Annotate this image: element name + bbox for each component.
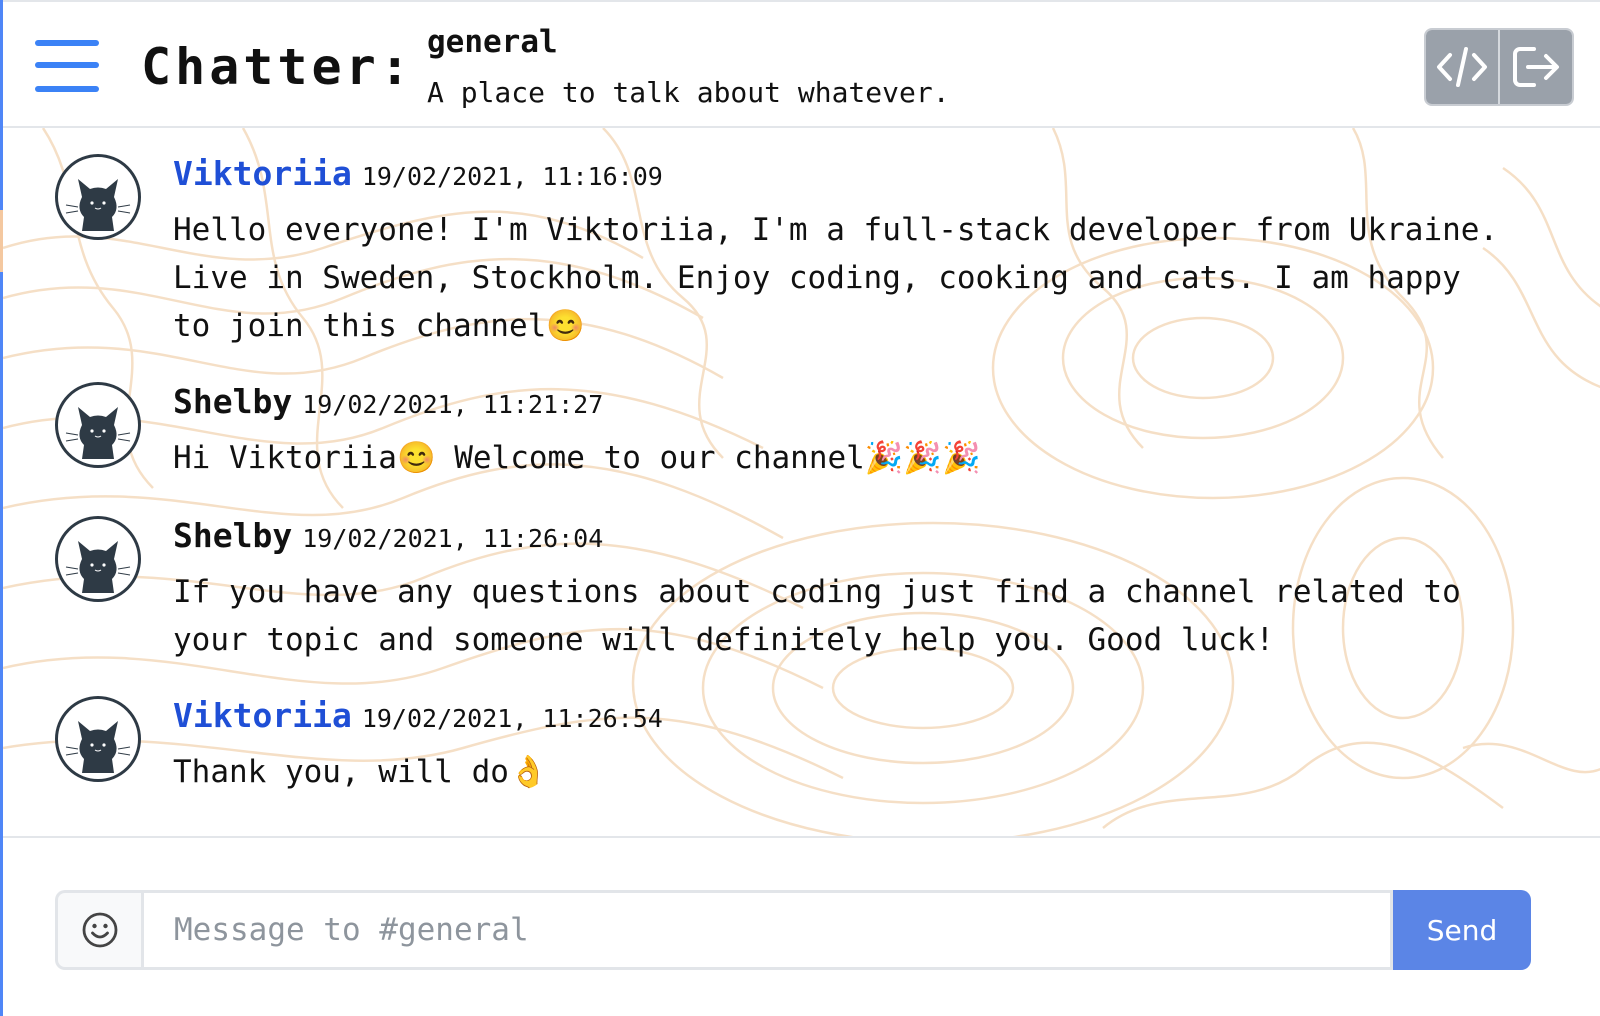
message-header: Viktoriia 19/02/2021, 11:26:54 (173, 696, 663, 735)
channel-name: general (427, 24, 558, 60)
message-author[interactable]: Viktoriia (173, 154, 352, 193)
message-author[interactable]: Shelby (173, 382, 292, 421)
message-text: Thank you, will do👌 (173, 754, 548, 790)
channel-description: A place to talk about whatever. (427, 76, 950, 109)
emoji-button[interactable] (55, 890, 141, 970)
message-author[interactable]: Shelby (173, 516, 292, 555)
avatar[interactable] (55, 696, 141, 782)
send-button[interactable]: Send (1393, 890, 1531, 970)
message-composer: Send (55, 890, 1531, 970)
logout-button[interactable] (1498, 30, 1572, 104)
cat-avatar-icon (65, 721, 131, 773)
app-title: Chatter: (141, 38, 414, 96)
avatar[interactable] (55, 516, 141, 602)
header: Chatter: general A place to talk about w… (3, 0, 1600, 128)
code-button[interactable] (1426, 30, 1498, 104)
chat-app: Chatter: general A place to talk about w… (0, 0, 1600, 1016)
message-input[interactable] (141, 890, 1393, 970)
code-icon (1437, 47, 1487, 87)
message-header: Shelby 19/02/2021, 11:26:04 (173, 516, 603, 555)
logout-icon (1513, 47, 1559, 87)
message-timestamp: 19/02/2021, 11:16:09 (361, 162, 663, 191)
message-text: Hi Viktoriia😊 Welcome to our channel🎉🎉🎉 (173, 440, 981, 476)
message-timestamp: 19/02/2021, 11:26:04 (302, 524, 604, 553)
cat-avatar-icon (65, 407, 131, 459)
cat-avatar-icon (65, 179, 131, 231)
message-list[interactable]: Viktoriia 19/02/2021, 11:16:09 Hello ever… (3, 128, 1600, 836)
avatar[interactable] (55, 154, 141, 240)
avatar[interactable] (55, 382, 141, 468)
message-author[interactable]: Viktoriia (173, 696, 352, 735)
message-header: Shelby 19/02/2021, 11:21:27 (173, 382, 603, 421)
smiley-icon (82, 912, 117, 948)
menu-icon[interactable] (35, 40, 99, 96)
message-text: Hello everyone! I'm Viktoriia, I'm a ful… (173, 212, 1499, 344)
header-button-group (1424, 28, 1574, 106)
cat-avatar-icon (65, 541, 131, 593)
message-text: If you have any questions about coding j… (173, 574, 1461, 658)
composer-area: Send (3, 836, 1600, 1016)
message-timestamp: 19/02/2021, 11:26:54 (361, 704, 663, 733)
message-header: Viktoriia 19/02/2021, 11:16:09 (173, 154, 663, 193)
message-timestamp: 19/02/2021, 11:21:27 (302, 390, 604, 419)
